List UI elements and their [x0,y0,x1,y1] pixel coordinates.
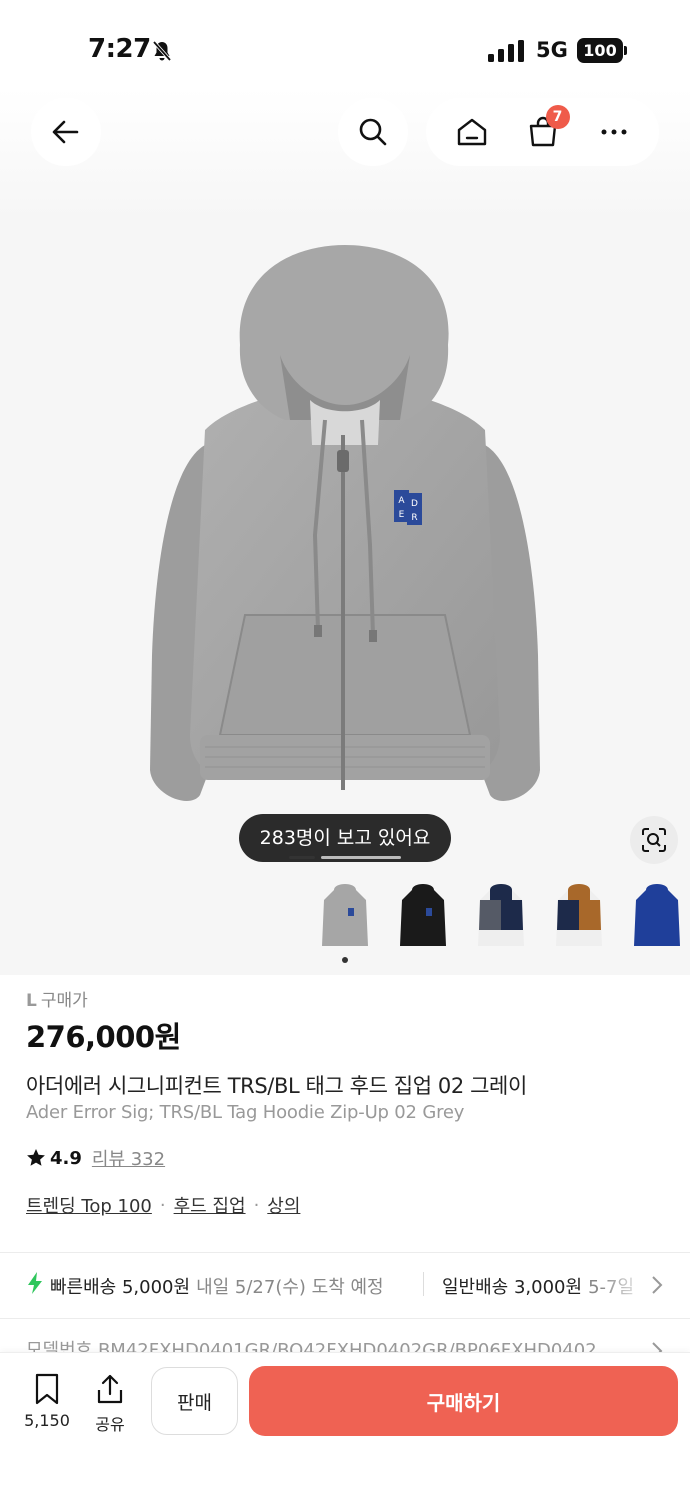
battery-indicator: 100 [577,38,623,63]
save-count: 5,150 [24,1411,70,1430]
fast-delivery-eta: 내일 5/27(수) 도착 예정 [196,1277,384,1298]
network-label: 5G [536,38,568,62]
patch-letter-d: D [411,499,418,509]
divider [0,1318,690,1319]
home-button[interactable] [447,107,497,157]
status-time: 7:27 [88,34,151,64]
share-label: 공유 [95,1415,125,1434]
variant-navy-brown-white[interactable] [544,880,614,954]
more-button[interactable] [589,107,639,157]
status-bar: 7:27 5G 100 [0,0,690,100]
image-pager [289,856,401,859]
variant-strip [0,870,690,970]
tag-separator: · [253,1194,260,1216]
divider [0,1252,690,1253]
back-button[interactable] [31,98,101,166]
product-name-en: Ader Error Sig; TRS/BL Tag Hoodie Zip-Up… [26,1102,465,1123]
nav-action-group: 7 [426,98,659,166]
home-icon [457,118,486,146]
chevron-right-icon [652,1276,663,1294]
signal-icon [488,40,524,62]
delivery-fade [600,1262,690,1308]
cart-count-badge: 7 [545,105,570,129]
price-caption: 구매가 [40,991,88,1011]
variant-navy-grey-white[interactable] [466,880,536,954]
delivery-separator [423,1272,424,1296]
normal-delivery-label: 일반배송 3,000원 [442,1277,583,1298]
patch-letter-a: A [398,496,405,506]
delivery-options[interactable]: 빠른배송 5,000원내일 5/27(수) 도착 예정 일반배송 3,000원5… [0,1262,690,1308]
more-icon [601,129,626,135]
selected-size: L [26,991,37,1011]
back-arrow-icon [52,120,79,144]
cart-button[interactable]: 7 [518,105,570,157]
pager-dot-active [289,856,315,859]
rating-row: 4.9 리뷰 332 [26,1145,165,1171]
review-link[interactable]: 리뷰 332 [92,1145,165,1171]
search-icon [359,118,387,146]
lens-search-button[interactable] [630,816,678,864]
share-button[interactable]: 공유 [80,1373,140,1435]
bottom-action-bar: 5,150 공유 판매 구매하기 [0,1352,690,1500]
size-price-label: L 구매가 [26,986,88,1011]
bolt-icon [28,1272,42,1294]
tag-trending[interactable]: 트렌딩 Top 100 [26,1192,152,1218]
product-name-ko: 아더에러 시그니피컨트 TRS/BL 태그 후드 집업 02 그레이 [26,1074,527,1098]
variant-blue[interactable] [622,880,690,954]
category-tags: 트렌딩 Top 100 · 후드 집업 · 상의 [26,1192,300,1218]
battery-nub [624,46,627,55]
viewer-count-pill: 283명이 보고 있어요 [239,814,451,862]
variant-black[interactable] [388,880,458,954]
share-icon [97,1374,123,1404]
buy-button[interactable]: 구매하기 [249,1366,678,1436]
save-button[interactable]: 5,150 [17,1373,77,1430]
tag-hood-zipup[interactable]: 후드 집업 [174,1192,246,1218]
bell-slash-icon [152,40,172,62]
fast-delivery: 빠른배송 5,000원 내일 5/27(수) 도착 예정 [50,1273,384,1299]
product-image[interactable]: A E D R [130,235,560,820]
bookmark-icon [35,1373,59,1405]
variant-selected-dot [342,957,348,963]
fast-delivery-label: 빠른배송 5,000원 [50,1277,191,1298]
rating-score: 4.9 [50,1147,82,1169]
variant-grey[interactable] [310,880,380,954]
search-button[interactable] [338,98,408,166]
tag-separator: · [159,1194,166,1216]
tag-tops[interactable]: 상의 [267,1192,300,1218]
pager-track [321,856,401,859]
patch-letter-e: E [399,510,405,520]
patch-letter-r: R [411,513,417,523]
lens-icon [642,828,666,852]
price: 276,000원 [26,1020,181,1054]
star-icon [27,1149,45,1166]
sell-button[interactable]: 판매 [151,1367,238,1435]
